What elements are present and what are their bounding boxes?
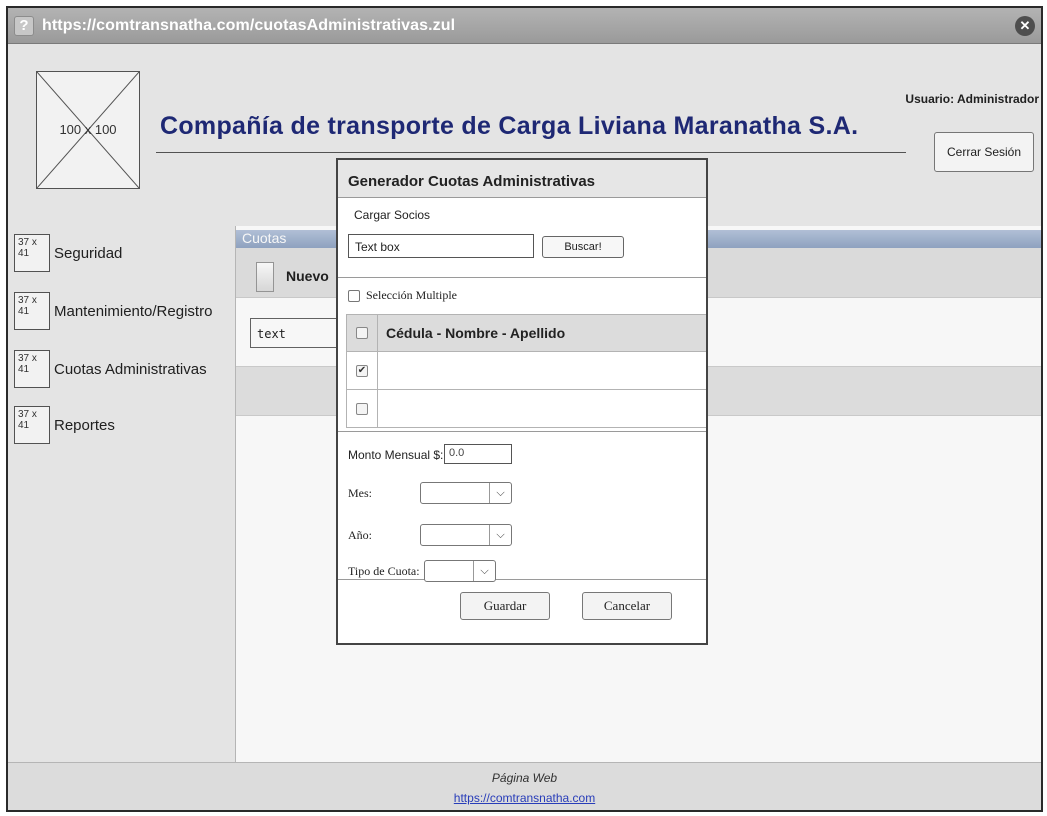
monthly-amount-label: Monto Mensual $: <box>348 448 444 462</box>
member-search-input[interactable]: Text box <box>348 234 534 258</box>
header-divider <box>156 152 906 153</box>
load-members-label: Cargar Socios <box>354 208 431 222</box>
multi-select-label: Selección Multiple <box>366 288 457 302</box>
monthly-amount-input[interactable]: 0.0 <box>444 444 512 464</box>
grid-header-checkbox-cell <box>346 315 378 351</box>
logout-button[interactable]: Cerrar Sesión <box>934 132 1034 172</box>
year-label: Año: <box>348 528 372 542</box>
sidebar-item-label: Mantenimiento/Registro <box>54 302 213 320</box>
multi-select-option[interactable]: Selección Multiple <box>348 288 457 303</box>
logo-label: 100 x 100 <box>59 122 117 137</box>
grid-header-label: Cédula - Nombre - Apellido <box>386 325 566 341</box>
title-bar: ? https://comtransnatha.com/cuotasAdmini… <box>8 8 1041 44</box>
company-name: Compañía de transporte de Carga Liviana … <box>160 112 859 140</box>
placeholder-icon: 37 x 41 <box>14 350 50 388</box>
browser-window: ? https://comtransnatha.com/cuotasAdmini… <box>6 6 1043 812</box>
sidebar-item-label: Seguridad <box>54 244 123 262</box>
table-row[interactable] <box>346 390 706 428</box>
sidebar-item-mantenimiento[interactable]: 37 x 41 Mantenimiento/Registro <box>14 292 212 330</box>
logo-placeholder: 100 x 100 <box>36 71 140 189</box>
window-url: https://comtransnatha.com/cuotasAdminist… <box>42 17 456 34</box>
placeholder-icon: 37 x 41 <box>14 292 50 330</box>
question-icon[interactable]: ? <box>14 16 34 36</box>
panel-title: Cuotas <box>242 230 287 246</box>
row-checkbox[interactable] <box>356 402 368 415</box>
quota-generator-dialog: Generador Cuotas Administrativas Cargar … <box>336 158 708 645</box>
row-text <box>378 390 706 427</box>
new-document-icon[interactable] <box>256 262 274 292</box>
chevron-down-icon[interactable]: ⌵ <box>489 525 511 545</box>
footer-link[interactable]: https://comtransnatha.com <box>8 791 1041 805</box>
placeholder-icon: 37 x 41 <box>14 234 50 272</box>
quota-type-label: Tipo de Cuota: <box>348 564 420 578</box>
row-text <box>378 352 706 389</box>
page-footer: Página Web https://comtransnatha.com <box>8 762 1041 810</box>
sidebar: 37 x 41 Seguridad 37 x 41 Mantenimiento/… <box>8 226 236 762</box>
quota-fields-section: Monto Mensual $: 0.0 Mes: ⌵ Año: ⌵ Tipo … <box>338 432 706 582</box>
cancel-button[interactable]: Cancelar <box>582 592 672 620</box>
placeholder-icon: 37 x 41 <box>14 406 50 444</box>
month-label: Mes: <box>348 486 372 500</box>
sidebar-item-reportes[interactable]: 37 x 41 Reportes <box>14 406 115 444</box>
new-button-label[interactable]: Nuevo <box>286 268 329 284</box>
quota-type-select[interactable]: ⌵ <box>424 560 496 582</box>
sidebar-item-label: Reportes <box>54 416 115 434</box>
members-grid: Cédula - Nombre - Apellido ✔ <box>346 314 706 428</box>
grid-header: Cédula - Nombre - Apellido <box>346 314 706 352</box>
row-checkbox-checked[interactable]: ✔ <box>356 364 368 377</box>
close-icon[interactable]: ✕ <box>1015 16 1035 36</box>
chevron-down-icon[interactable]: ⌵ <box>473 561 495 581</box>
sidebar-item-cuotas[interactable]: 37 x 41 Cuotas Administrativas <box>14 350 207 388</box>
load-members-section: Cargar Socios Text box Buscar! <box>338 198 706 278</box>
dialog-title: Generador Cuotas Administrativas <box>338 160 706 198</box>
row-checkbox-cell: ✔ <box>346 352 378 389</box>
search-button[interactable]: Buscar! <box>542 236 624 258</box>
sidebar-item-label: Cuotas Administrativas <box>54 360 207 378</box>
footer-title: Página Web <box>491 771 558 785</box>
user-label: Usuario: Administrador <box>905 92 1039 106</box>
year-select[interactable]: ⌵ <box>420 524 512 546</box>
save-button[interactable]: Guardar <box>460 592 550 620</box>
row-checkbox-cell <box>346 390 378 427</box>
chevron-down-icon[interactable]: ⌵ <box>489 483 511 503</box>
table-row[interactable]: ✔ <box>346 352 706 390</box>
members-selection-section: Selección Multiple Cédula - Nombre - Ape… <box>338 278 706 432</box>
select-all-checkbox[interactable] <box>356 327 368 339</box>
month-select[interactable]: ⌵ <box>420 482 512 504</box>
multi-select-checkbox[interactable] <box>348 289 360 302</box>
sidebar-item-seguridad[interactable]: 37 x 41 Seguridad <box>14 234 122 272</box>
